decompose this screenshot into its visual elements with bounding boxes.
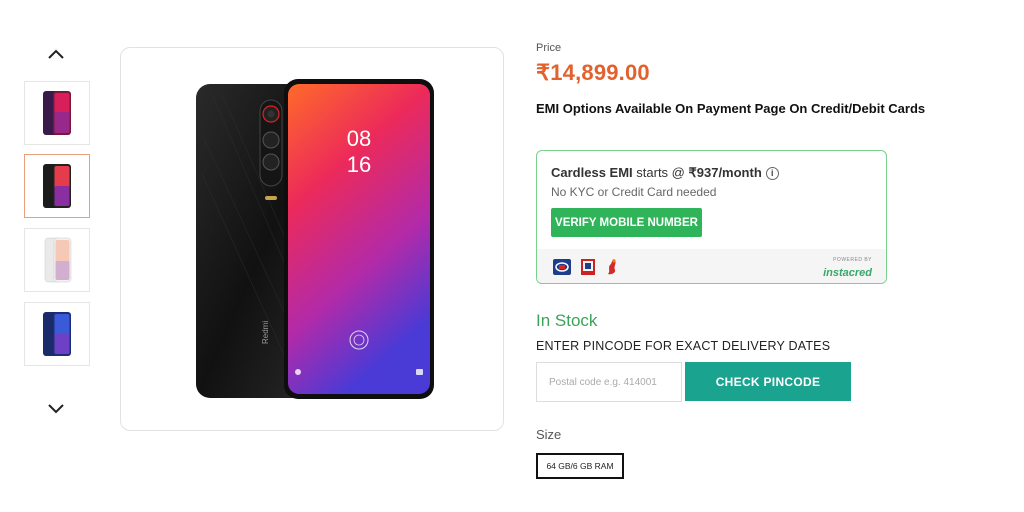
- chevron-up-icon: [48, 49, 64, 59]
- verify-mobile-button[interactable]: VERIFY MOBILE NUMBER: [551, 208, 702, 237]
- product-main-image[interactable]: Redmi 08 16: [120, 47, 504, 431]
- phone-clock-hour: 08: [347, 126, 371, 151]
- bank-logos: [553, 258, 619, 276]
- check-pincode-button[interactable]: CHECK PINCODE: [685, 362, 851, 401]
- gallery-down-button[interactable]: [44, 397, 68, 421]
- info-icon[interactable]: i: [765, 167, 779, 180]
- pincode-input[interactable]: [536, 362, 682, 402]
- thumbnail-red-front[interactable]: [24, 81, 90, 145]
- thumbnail-black-pair[interactable]: [24, 154, 90, 218]
- size-label: Size: [536, 427, 562, 442]
- price-label: Price: [536, 42, 562, 54]
- cardless-emi-subtitle: No KYC or Credit Card needed: [551, 185, 717, 199]
- size-option-64gb-6gb[interactable]: 64 GB/6 GB RAM: [536, 453, 624, 479]
- emi-note: EMI Options Available On Payment Page On…: [536, 101, 926, 116]
- instacred-logo: instacred: [823, 267, 872, 279]
- phone-brand-text: Redmi: [261, 321, 270, 344]
- gallery-up-button[interactable]: [44, 42, 68, 66]
- phone-image: Redmi 08 16: [196, 79, 434, 399]
- phone-clock-min: 16: [347, 152, 371, 177]
- chevron-down-icon: [48, 404, 64, 414]
- bank-logo-icon: [581, 259, 595, 275]
- bank-logo-icon: [553, 259, 571, 275]
- cardless-emi-title: Cardless EMI starts @ ₹937/month i: [551, 165, 779, 181]
- thumbnail-blue-pair[interactable]: [24, 302, 90, 366]
- thumbnail-white-pair[interactable]: [24, 228, 90, 292]
- emi-footer: POWERED BY instacred: [537, 249, 886, 283]
- product-price: ₹14,899.00: [536, 60, 650, 85]
- bank-logo-icon: [608, 259, 616, 275]
- powered-by-instacred: POWERED BY instacred: [823, 257, 872, 279]
- pincode-label: ENTER PINCODE FOR EXACT DELIVERY DATES: [536, 339, 831, 353]
- cardless-emi-box: Cardless EMI starts @ ₹937/month i No KYC…: [536, 150, 887, 284]
- stock-status: In Stock: [536, 311, 598, 330]
